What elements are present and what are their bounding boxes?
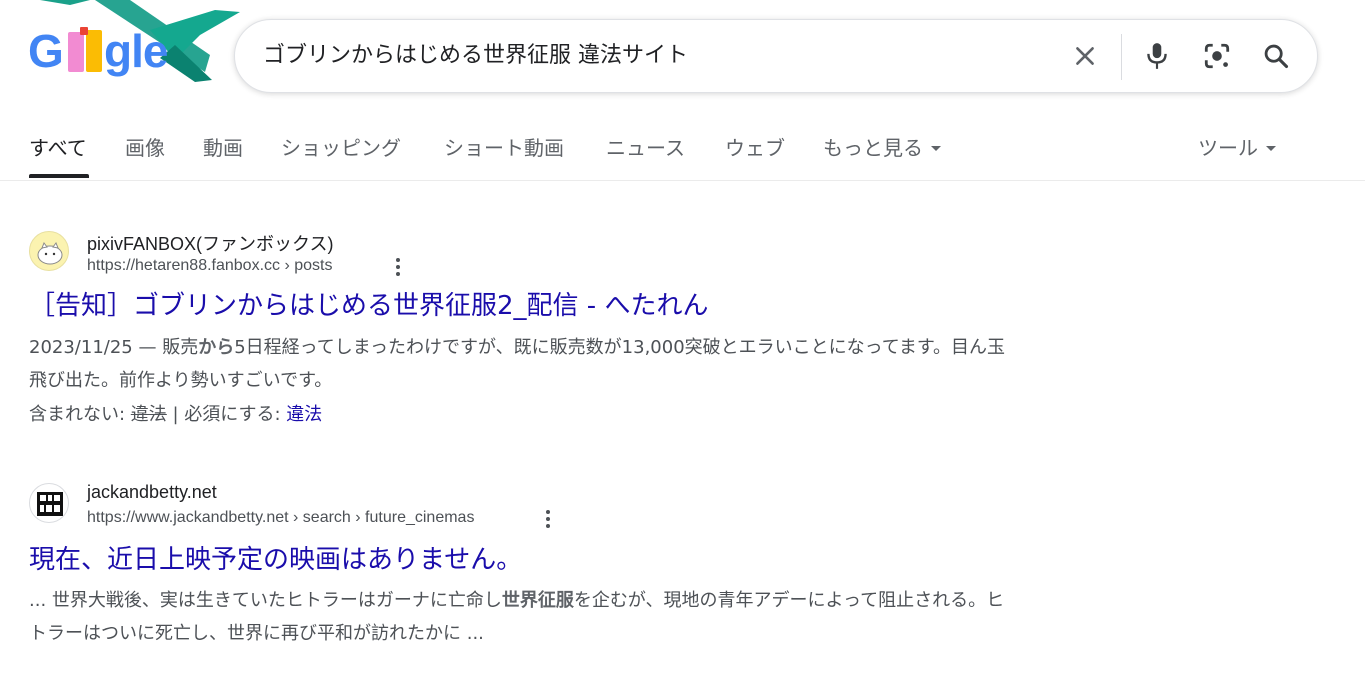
google-logo[interactable]: G gle (0, 0, 240, 90)
tab-web[interactable]: ウェブ (725, 132, 785, 161)
search-tabs: すべて 画像 動画 ショッピング ショート動画 ニュース ウェブ もっと見る ツ… (0, 118, 1365, 181)
tools-button[interactable]: ツール (1198, 132, 1276, 161)
tab-more[interactable]: もっと見る (823, 132, 941, 161)
search-divider (1121, 34, 1122, 80)
search-input[interactable] (263, 20, 1043, 92)
logo-letter-g: G (28, 25, 64, 77)
result-title-link[interactable]: ［告知］ゴブリンからはじめる世界征服2_配信 - へたれん (29, 285, 708, 322)
tab-shopping[interactable]: ショッピング (281, 132, 401, 161)
search-box (234, 19, 1318, 93)
result-title-link[interactable]: 現在、近日上映予定の映画はありません。 (29, 539, 522, 576)
tools-label: ツール (1198, 136, 1258, 160)
site-url[interactable]: https://www.jackandbetty.net › search › … (87, 509, 474, 527)
tab-videos[interactable]: 動画 (203, 132, 243, 161)
snippet-text: 販売 (162, 337, 199, 358)
site-url[interactable]: https://hetaren88.fanbox.cc › posts (87, 257, 332, 275)
active-tab-indicator (29, 174, 89, 178)
snippet-highlight: 世界征服 (501, 590, 574, 611)
missing-terms: 含まれない: 違法 | 必須にする: 違法 (29, 400, 322, 426)
caret-down-icon (931, 145, 941, 151)
site-favicon[interactable] (29, 483, 69, 523)
site-favicon[interactable] (29, 231, 69, 271)
missing-label: 含まれない: (29, 404, 131, 425)
result-date: 2023/11/25 (29, 337, 133, 358)
site-name[interactable]: pixivFANBOX(ファンボックス) (87, 230, 333, 256)
close-icon[interactable] (1067, 38, 1103, 74)
site-name[interactable]: jackandbetty.net (87, 482, 217, 503)
search-icon[interactable] (1258, 38, 1294, 74)
missing-term: 違法 (130, 404, 167, 425)
require-term-link[interactable]: 違法 (286, 404, 322, 425)
result-snippet: 2023/11/25 — 販売から5日程経ってしまったわけですが、既に販売数が1… (29, 331, 1009, 397)
lens-icon[interactable] (1199, 38, 1235, 74)
date-dash: — (132, 337, 163, 358)
tab-short-videos[interactable]: ショート動画 (444, 132, 564, 161)
snippet-highlight: から (198, 337, 235, 358)
result-snippet: ... 世界大戦後、実は生きていたヒトラーはガーナに亡命し世界征服を企むが、現地… (29, 584, 1009, 650)
snippet-text: ... 世界大戦後、実は生きていたヒトラーはガーナに亡命し (29, 590, 502, 611)
caret-down-icon (1266, 145, 1276, 151)
logo-letters-gle: gle (104, 25, 168, 77)
more-options-icon[interactable] (388, 255, 408, 279)
tab-all[interactable]: すべて (29, 132, 87, 161)
tab-news[interactable]: ニュース (606, 132, 685, 161)
more-options-icon[interactable] (538, 507, 558, 531)
microphone-icon[interactable] (1139, 38, 1175, 74)
tab-more-label: もっと見る (823, 136, 923, 160)
tab-images[interactable]: 画像 (125, 132, 165, 161)
require-label: | 必須にする: (166, 404, 287, 425)
